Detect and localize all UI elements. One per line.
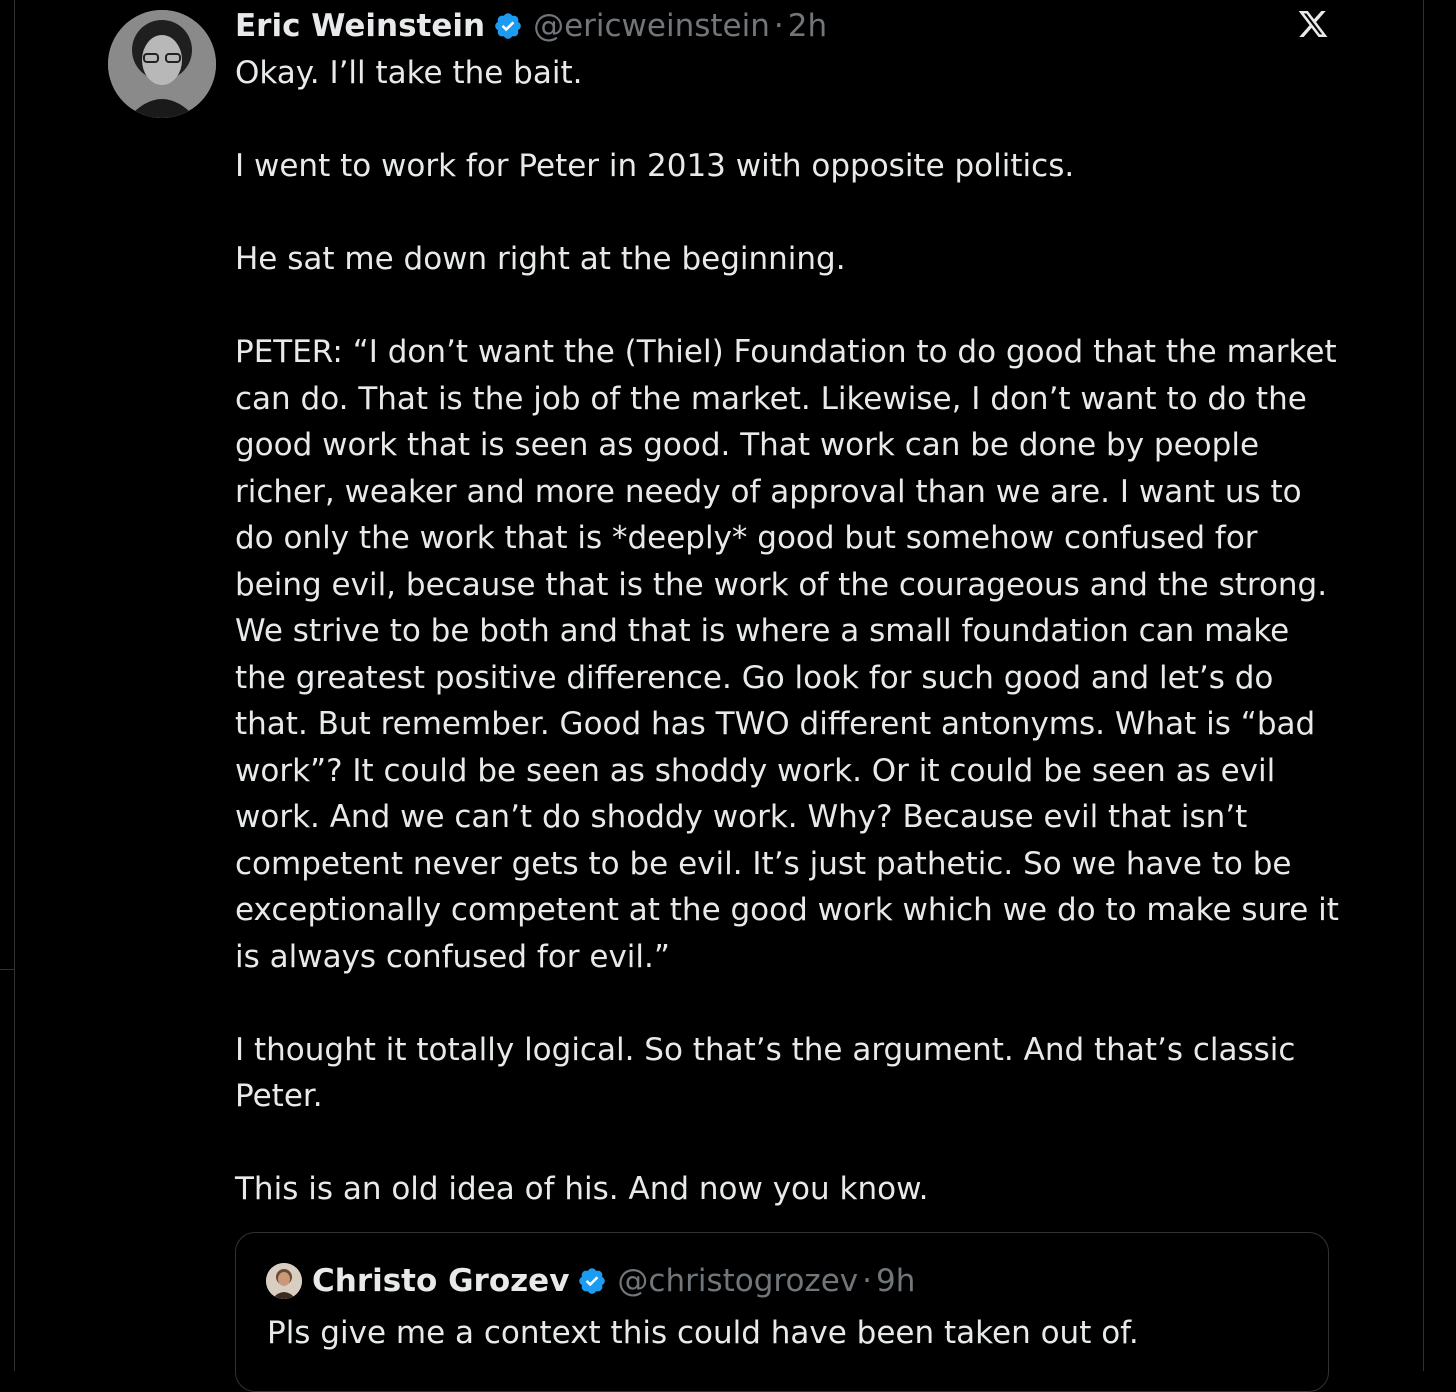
left-column-border [14,0,15,1371]
separator-dot: · [862,1263,872,1299]
separator-dot: · [773,8,784,44]
quoted-tweet-card[interactable]: Christo Grozev @christogrozev · 9h Pls g… [235,1232,1329,1392]
tweet-timestamp[interactable]: 2h [788,8,827,44]
author-name[interactable]: Eric Weinstein [235,8,485,44]
avatar-image [108,10,216,118]
quoted-tweet-header: Christo Grozev @christogrozev · 9h [266,1261,915,1301]
author-handle[interactable]: @ericweinstein [533,8,770,44]
divider-tick [0,969,14,970]
tweet-paragraph: He sat me down right at the beginning. [235,241,846,277]
tweet-paragraph: Okay. I’ll take the bait. [235,55,583,91]
quoted-author-handle[interactable]: @christogrozev [617,1263,858,1299]
tweet-text: Okay. I’ll take the bait. I went to work… [235,50,1345,1213]
quoted-author-name[interactable]: Christo Grozev [312,1263,569,1299]
tweet-paragraph: I went to work for Peter in 2013 with op… [235,148,1075,184]
quoted-tweet-timestamp[interactable]: 9h [876,1263,915,1299]
x-logo-icon[interactable] [1296,8,1330,40]
verified-badge-icon [577,1266,607,1296]
quoted-author-avatar[interactable] [266,1263,302,1299]
quoted-tweet-text: Pls give me a context this could have be… [267,1315,1139,1351]
tweet-paragraph: I thought it totally logical. So that’s … [235,1031,1296,1115]
verified-badge-icon [493,11,523,41]
right-column-border [1423,0,1424,1371]
tweet-paragraph: PETER: “I don’t want the (Thiel) Foundat… [235,334,1339,975]
tweet-paragraph: This is an old idea of his. And now you … [235,1171,929,1207]
author-avatar[interactable] [108,10,216,118]
tweet-header: Eric Weinstein @ericweinstein · 2h [235,4,827,48]
